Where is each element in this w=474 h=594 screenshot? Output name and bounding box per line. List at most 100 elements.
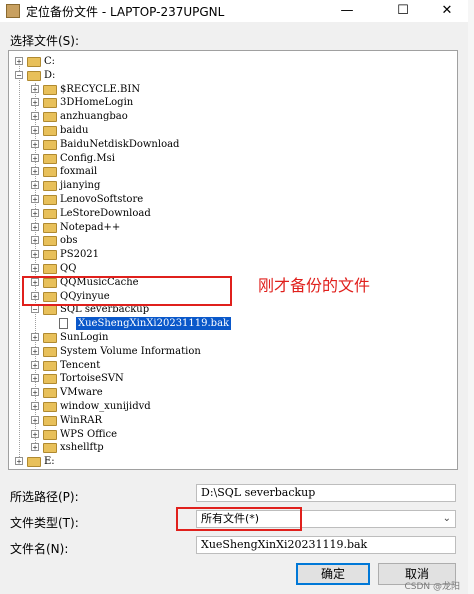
tree-item-label: WPS Office	[60, 428, 118, 440]
tree-item-label: 3DHomeLogin	[60, 97, 134, 109]
folder-icon	[43, 181, 57, 192]
tree-item-label: LenovoSoftstore	[60, 194, 144, 205]
expand-icon[interactable]: +	[31, 112, 39, 121]
highlight-box-file-type	[176, 507, 302, 531]
expand-icon[interactable]: +	[31, 236, 39, 245]
tree-item-label: TortoiseSVN	[60, 373, 124, 385]
chevron-down-icon: ⌄	[442, 513, 451, 524]
tree-folder-item[interactable]: + xshellftp	[9, 441, 449, 454]
tree-folder-item[interactable]: + baidu	[9, 124, 449, 137]
tree-folder-item[interactable]: + obs	[9, 234, 449, 247]
collapse-icon[interactable]: −	[15, 70, 23, 79]
folder-icon	[43, 236, 57, 247]
tree-file-item[interactable]: XueShengXinXi20231119.bak	[9, 317, 449, 331]
expand-icon[interactable]: +	[31, 388, 39, 397]
expand-icon[interactable]: +	[31, 153, 39, 162]
expand-icon[interactable]: +	[31, 360, 39, 369]
selected-path-label: 所选路径(P):	[10, 490, 79, 504]
expand-icon[interactable]: +	[31, 195, 39, 204]
folder-icon	[43, 388, 57, 399]
selected-path-field[interactable]: D:\SQL severbackup	[196, 484, 456, 502]
expand-icon[interactable]: +	[31, 208, 39, 217]
folder-icon	[43, 167, 57, 178]
expand-icon[interactable]: +	[31, 167, 39, 176]
expand-icon[interactable]: +	[31, 181, 39, 190]
tree-item-label: PS2021	[60, 249, 100, 261]
folder-icon	[43, 153, 57, 164]
file-tree[interactable]: + C: − D: + $RECYCLE.BIN +3DHomeLogin + anzhuang…	[8, 50, 458, 470]
tree-folder-item[interactable]: + Tencent	[9, 359, 449, 372]
tree-item-label: System Volume Information	[60, 345, 201, 357]
tree-item-label: E:	[44, 456, 55, 468]
expand-icon[interactable]: +	[31, 402, 39, 411]
tree-folder-item[interactable]: + BaiduNetdiskDownload	[9, 138, 449, 151]
tree-folder-item[interactable]: + LenovoSoftstore	[9, 193, 449, 206]
tree-item-label: QQ	[60, 263, 77, 274]
folder-icon	[43, 415, 57, 426]
tree-item-label: D:	[44, 69, 56, 81]
folder-icon	[43, 429, 57, 440]
locate-backup-file-dialog: 定位备份文件 - LAPTOP-237UPGNL — ☐ ✕ 选择文件(S): …	[0, 0, 469, 594]
expand-icon[interactable]: +	[31, 374, 39, 383]
tree-folder-item[interactable]: + PS2021	[9, 248, 449, 261]
folder-icon	[43, 126, 57, 136]
title-bar: 定位备份文件 - LAPTOP-237UPGNL — ☐ ✕	[0, 0, 468, 22]
tree-folder-item[interactable]: + TortoiseSVN	[9, 372, 449, 385]
expand-icon[interactable]: +	[31, 139, 39, 148]
expand-icon[interactable]: +	[31, 346, 39, 355]
folder-icon	[27, 70, 41, 81]
expand-icon[interactable]: +	[31, 443, 39, 452]
expand-icon[interactable]: +	[31, 333, 39, 342]
tree-item-label: XueShengXinXi20231119.bak	[76, 317, 232, 331]
tree-folder-item[interactable]: + LeStoreDownload	[9, 207, 449, 220]
tree-folder-item[interactable]: + jianying	[9, 179, 449, 192]
tree-folder-item[interactable]: + E:	[9, 455, 449, 468]
tree-folder-item[interactable]: + System Volume Information	[9, 345, 449, 358]
tree-item-label: baidu	[60, 125, 89, 136]
tree-item-label: $RECYCLE.BIN	[60, 83, 141, 95]
tree-folder-item[interactable]: + WPS Office	[9, 428, 449, 441]
expand-icon[interactable]: +	[31, 126, 39, 135]
tree-folder-item[interactable]: + Config.Msi	[9, 152, 449, 165]
expand-icon[interactable]: +	[15, 457, 23, 466]
expand-icon[interactable]: +	[31, 250, 39, 259]
tree-folder-item[interactable]: + anzhuangbao	[9, 110, 449, 123]
tree-folder-item[interactable]: + Notepad++	[9, 221, 449, 234]
tree-folder-item[interactable]: + VMware	[9, 386, 449, 399]
tree-folder-item[interactable]: + SunLogin	[9, 331, 449, 344]
expand-icon[interactable]: +	[31, 429, 39, 438]
file-name-label: 文件名(N):	[10, 542, 69, 556]
tree-item-label: foxmail	[60, 166, 98, 178]
expand-icon[interactable]: +	[31, 84, 39, 93]
tree-item-label: xshellftp	[60, 442, 104, 454]
expand-icon[interactable]: +	[31, 98, 39, 107]
tree-folder-item[interactable]: + $RECYCLE.BIN	[9, 83, 449, 96]
tree-item-label: anzhuangbao	[60, 111, 128, 123]
tree-folder-item[interactable]: − D:	[9, 69, 449, 82]
folder-icon	[43, 305, 57, 316]
watermark: CSDN @龙阳	[404, 582, 460, 592]
tree-item-label: Notepad++	[60, 221, 121, 233]
collapse-icon[interactable]: −	[31, 305, 39, 314]
expand-icon[interactable]: +	[15, 57, 23, 66]
file-name-field[interactable]: XueShengXinXi20231119.bak	[196, 536, 456, 554]
tree-folder-item[interactable]: + C:	[9, 55, 449, 68]
tree-folder-item[interactable]: + QQ	[9, 262, 449, 275]
minimize-button[interactable]: —	[330, 0, 364, 22]
tree-folder-item[interactable]: + foxmail	[9, 165, 449, 178]
tree-item-label: C:	[44, 56, 56, 67]
maximize-button[interactable]: ☐	[386, 0, 420, 22]
tree-folder-item[interactable]: +3DHomeLogin	[9, 96, 449, 109]
tree-folder-item[interactable]: + window_xunijidvd	[9, 400, 449, 413]
tree-item-label: VMware	[60, 387, 103, 399]
folder-icon	[27, 457, 41, 468]
tree-folder-item[interactable]: + WinRAR	[9, 414, 449, 427]
close-button[interactable]: ✕	[430, 0, 464, 22]
tree-item-label: SunLogin	[60, 332, 109, 343]
select-file-label: 选择文件(S):	[10, 34, 80, 48]
expand-icon[interactable]: +	[31, 415, 39, 424]
app-icon	[6, 4, 20, 18]
expand-icon[interactable]: +	[31, 264, 39, 273]
ok-button[interactable]: 确定	[296, 563, 370, 585]
expand-icon[interactable]: +	[31, 222, 39, 231]
